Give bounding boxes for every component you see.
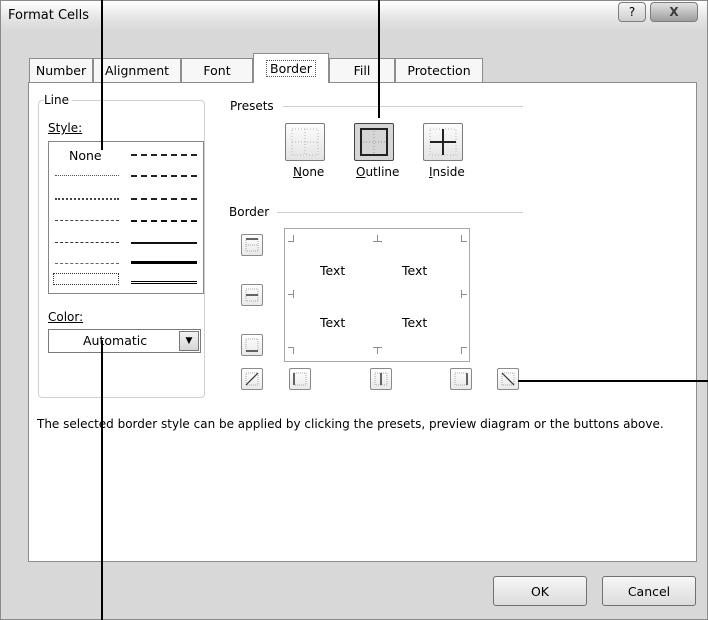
line-style-dash-dot[interactable] — [55, 242, 119, 243]
preset-none-icon — [291, 128, 319, 156]
corner-tick — [373, 347, 382, 348]
help-button[interactable]: ? — [618, 2, 646, 22]
preset-inside-icon — [429, 128, 457, 156]
preset-outline-label: Outline — [356, 165, 400, 179]
color-dropdown[interactable]: Automatic ▼ — [48, 329, 201, 353]
line-style-list[interactable]: None — [48, 141, 204, 294]
tab-alignment[interactable]: Alignment — [93, 58, 181, 82]
format-cells-dialog: Format Cells ? X Number Alignment Font B… — [0, 0, 708, 620]
presets-separator — [283, 106, 523, 107]
corner-tick — [461, 347, 467, 348]
tab-fill[interactable]: Fill — [329, 58, 395, 82]
border-left-button[interactable] — [289, 368, 311, 390]
preview-text: Text — [320, 263, 346, 278]
line-style-dash-dot-dot[interactable] — [55, 220, 119, 221]
border-inside-vertical-button[interactable] — [370, 368, 392, 390]
border-top-button[interactable] — [241, 234, 263, 256]
corner-tick — [461, 241, 467, 242]
title-bar[interactable]: Format Cells ? X — [1, 1, 707, 31]
callout-line-diagonal — [518, 380, 708, 382]
line-style-thin-selected[interactable] — [53, 273, 119, 285]
line-group-title: Line — [44, 93, 73, 107]
dialog-title: Format Cells — [8, 8, 90, 23]
tab-font[interactable]: Font — [181, 58, 253, 82]
border-diagonal-down-button[interactable] — [497, 368, 519, 390]
preset-inside-label: Inside — [429, 165, 465, 179]
line-style-dotted[interactable] — [55, 198, 119, 200]
border-inside-horizontal-button[interactable] — [241, 284, 263, 306]
close-button[interactable]: X — [650, 2, 698, 22]
corner-tick — [461, 347, 462, 354]
line-style-hair[interactable] — [55, 175, 119, 176]
corner-tick — [377, 347, 378, 354]
preset-none-label: None — [293, 165, 325, 179]
line-style-dashed[interactable] — [55, 263, 119, 264]
line-style-medium-dash-dot[interactable] — [131, 198, 197, 200]
style-label: Style: — [48, 121, 86, 135]
border-right-button[interactable] — [450, 368, 472, 390]
cancel-button[interactable]: Cancel — [602, 576, 696, 606]
line-style-none[interactable]: None — [69, 148, 102, 163]
ok-button[interactable]: OK — [493, 576, 587, 606]
tab-border[interactable]: Border — [253, 53, 329, 83]
border-inside-horizontal-icon — [245, 288, 259, 302]
chevron-down-icon[interactable]: ▼ — [179, 331, 199, 351]
corner-tick — [288, 241, 294, 242]
border-top-icon — [245, 238, 259, 252]
corner-tick — [288, 347, 294, 348]
callout-line-presets — [378, 0, 380, 118]
preview-text: Text — [402, 263, 428, 278]
border-left-icon — [293, 372, 307, 386]
preset-none-button[interactable] — [285, 123, 325, 161]
close-icon: X — [669, 5, 679, 19]
border-inside-vertical-icon — [374, 372, 388, 386]
color-value: Automatic — [83, 333, 148, 348]
line-style-medium[interactable] — [131, 242, 197, 244]
corner-tick — [461, 294, 467, 295]
line-style-medium-dashed[interactable] — [131, 220, 197, 222]
line-style-thick[interactable] — [131, 261, 197, 264]
tab-protection[interactable]: Protection — [395, 58, 483, 82]
preview-text: Text — [320, 315, 346, 330]
border-bottom-icon — [245, 338, 259, 352]
help-icon: ? — [628, 5, 636, 19]
corner-tick — [373, 241, 382, 242]
preset-outline-button[interactable] — [354, 123, 394, 161]
line-style-medium-dash-dot-dot[interactable] — [131, 154, 197, 156]
diagonal-down-icon — [501, 372, 515, 386]
color-label: Color: — [48, 310, 87, 324]
preset-outline-icon — [360, 128, 388, 156]
corner-tick — [293, 347, 294, 354]
line-style-double[interactable] — [131, 281, 197, 284]
line-style-slant-dash-dot[interactable] — [131, 175, 197, 177]
diagonal-up-icon — [245, 372, 259, 386]
callout-line-color — [101, 340, 103, 620]
preview-text: Text — [402, 315, 428, 330]
corner-tick — [288, 294, 294, 295]
presets-title: Presets — [230, 99, 277, 113]
border-title: Border — [229, 205, 273, 219]
callout-line-style — [101, 0, 103, 150]
preset-inside-button[interactable] — [423, 123, 463, 161]
border-separator — [277, 212, 523, 213]
tab-number[interactable]: Number — [29, 58, 93, 82]
description-text: The selected border style can be applied… — [37, 417, 664, 431]
border-preview[interactable]: Text Text Text Text — [284, 228, 470, 362]
border-bottom-button[interactable] — [241, 334, 263, 356]
border-right-icon — [454, 372, 468, 386]
border-diagonal-up-button[interactable] — [241, 368, 263, 390]
